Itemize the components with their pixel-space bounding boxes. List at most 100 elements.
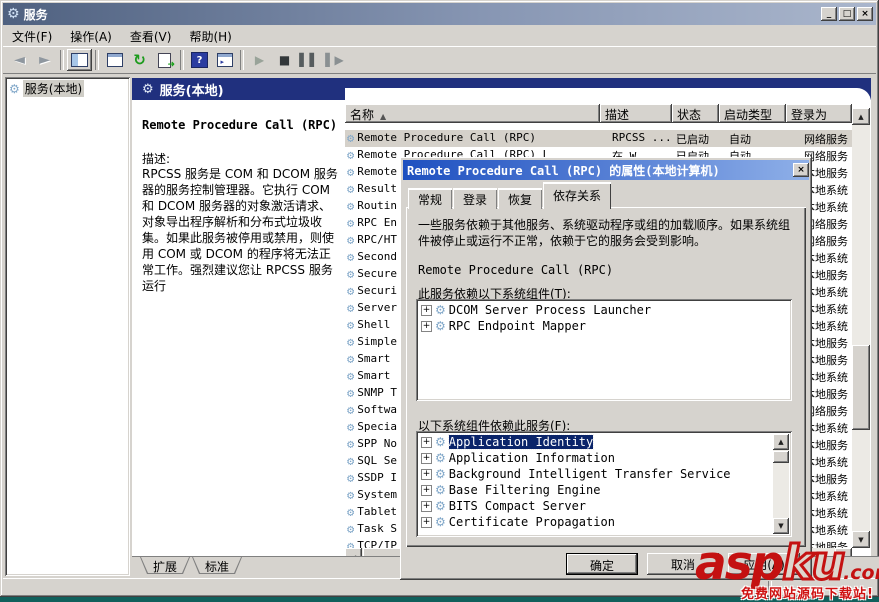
refresh-button[interactable]: ↻ — [127, 49, 152, 71]
expand-plus-icon[interactable]: + — [421, 452, 432, 464]
scroll-up-button[interactable]: ▲ — [852, 108, 870, 125]
restart-service-button[interactable]: ▌▶ — [322, 49, 347, 71]
back-button[interactable]: ◄ — [7, 49, 32, 71]
dependency-item[interactable]: + ⚙ Application Identity — [419, 434, 773, 450]
dependency-item[interactable]: + ⚙ Background Intelligent Transfer Servic… — [419, 466, 773, 482]
service-name: Routin — [357, 199, 397, 212]
expand-plus-icon[interactable]: + — [421, 484, 432, 496]
service-gear-icon: ⚙ — [347, 301, 355, 314]
dialog-tab-常规[interactable]: 常规 — [408, 188, 453, 209]
play-glyph-icon: ▸ — [220, 58, 225, 66]
maximize-button[interactable]: □ — [839, 7, 855, 21]
show-console-tree-button[interactable] — [67, 49, 92, 71]
close-button[interactable]: × — [857, 7, 873, 21]
service-name: System — [357, 488, 397, 501]
minimize-button[interactable]: _ — [821, 7, 837, 21]
table-row[interactable]: ⚙ Remote Procedure Call (RPC) RPCSS ... 已启动… — [345, 130, 852, 147]
forward-button[interactable]: ► — [32, 49, 57, 71]
extended-description-pane: Remote Procedure Call (RPC) 描述: RPCSS 服务… — [132, 100, 345, 556]
service-name: Second — [357, 250, 397, 263]
column-header-4[interactable]: 登录为 — [786, 104, 852, 123]
services-gear-icon: ⚙ — [7, 6, 20, 22]
expand-plus-icon[interactable]: + — [421, 436, 432, 448]
list-column-headers: 名称 ▲ 描述 状态 启动类型 登录为 — [345, 104, 852, 123]
extended-view-button[interactable]: ▸ — [212, 49, 237, 71]
services-gear-icon: ⚙ — [9, 81, 20, 96]
dialog-tab-恢复[interactable]: 恢复 — [498, 188, 543, 209]
help-icon: ? — [191, 52, 208, 68]
dependency-label: Base Filtering Engine — [448, 483, 601, 497]
service-gear-icon: ⚙ — [347, 522, 355, 535]
desktop: ⚙ 服务 _ □ × 文件(F)操作(A)查看(V)帮助(H) ◄ ► ↻ ? … — [0, 0, 879, 602]
dependents-listbox[interactable]: + ⚙ Application Identity + ⚙ Application Info… — [416, 431, 792, 537]
status-bar — [3, 578, 876, 595]
tab-standard-label: 标准 — [205, 560, 230, 574]
dependency-label: Application Information — [448, 451, 615, 465]
service-gear-icon: ⚙ — [347, 505, 355, 518]
start-service-button[interactable]: ▶ — [247, 49, 272, 71]
menu-bar: 文件(F) 操作(A) 查看(V) 帮助(H) — [3, 26, 876, 46]
menu-item-操[interactable]: 操作(A) — [61, 26, 121, 47]
service-gear-icon: ⚙ — [347, 148, 355, 161]
vertical-scrollbar-thumb[interactable] — [852, 345, 870, 430]
service-name: Smart — [357, 352, 391, 365]
expand-plus-icon[interactable]: + — [421, 516, 432, 528]
dialog-tab-依存关系[interactable]: 依存关系 — [543, 182, 612, 209]
dependency-item[interactable]: + ⚙ Certificate Propagation — [419, 514, 773, 530]
stop-service-button[interactable]: ■ — [272, 49, 297, 71]
tab-standard[interactable]: 标准 — [192, 557, 242, 574]
dependents-scrollbar-thumb[interactable] — [773, 451, 789, 463]
column-header-0[interactable]: 名称 ▲ — [345, 104, 600, 123]
dialog-close-button[interactable]: × — [793, 163, 809, 177]
column-header-3[interactable]: 启动类型 — [719, 104, 786, 123]
dependency-item[interactable]: + ⚙ Base Filtering Engine — [419, 482, 773, 498]
service-gear-icon: ⚙ — [347, 199, 355, 212]
dialog-tab-登录[interactable]: 登录 — [453, 188, 498, 209]
service-name: SQL Se — [357, 454, 397, 467]
dialog-titlebar[interactable]: Remote Procedure Call (RPC) 的属性(本地计算机) × — [403, 160, 809, 180]
dialog-title: Remote Procedure Call (RPC) 的属性(本地计算机) — [407, 163, 720, 178]
tree-item-services-local[interactable]: ⚙ 服务(本地) — [5, 77, 130, 97]
window-titlebar[interactable]: ⚙ 服务 _ □ × — [3, 3, 876, 25]
menu-item-文[interactable]: 文件(F) — [3, 26, 61, 47]
extended-view-icon: ▸ — [216, 53, 233, 67]
dependency-item[interactable]: + ⚙ DCOM Server Process Launcher — [419, 302, 789, 318]
column-header-2[interactable]: 状态 — [672, 104, 719, 123]
ok-button[interactable]: 确定 — [566, 553, 638, 575]
cancel-button[interactable]: 取消 — [647, 553, 719, 575]
services-gear-icon: ⚙ — [142, 81, 154, 97]
expand-plus-icon[interactable]: + — [421, 468, 432, 480]
dependency-item[interactable]: + ⚙ Application Information — [419, 450, 773, 466]
dependents-scroll-up-button[interactable]: ▲ — [773, 434, 789, 450]
back-icon: ◄ — [14, 52, 25, 68]
service-gear-icon: ⚙ — [347, 471, 355, 484]
dependency-label: Application Identity — [447, 434, 595, 450]
help-button[interactable]: ? — [187, 49, 212, 71]
service-name: SPP No — [357, 437, 397, 450]
pause-service-button[interactable]: ▌▌ — [297, 49, 322, 71]
export-list-button[interactable] — [152, 49, 177, 71]
service-gear-icon: ⚙ — [347, 267, 355, 280]
restart-icon: ▌▶ — [325, 53, 344, 67]
column-header-1[interactable]: 描述 — [600, 104, 672, 123]
dependency-item[interactable]: + ⚙ BITS Compact Server — [419, 498, 773, 514]
properties-button[interactable] — [102, 49, 127, 71]
dependency-item[interactable]: + ⚙ RPC Endpoint Mapper — [419, 318, 789, 334]
menu-item-帮[interactable]: 帮助(H) — [180, 26, 240, 47]
menu-item-查[interactable]: 查看(V) — [121, 26, 181, 47]
scroll-down-button[interactable]: ▼ — [852, 531, 870, 548]
expand-plus-icon[interactable]: + — [421, 500, 432, 512]
service-gear-icon: ⚙ — [347, 233, 355, 246]
expand-plus-icon[interactable]: + — [421, 304, 432, 316]
tab-extended[interactable]: 扩展 — [140, 557, 190, 574]
status-bar-separator — [768, 581, 772, 593]
dependents-scroll-down-button[interactable]: ▼ — [773, 518, 789, 534]
vertical-scrollbar-track[interactable] — [852, 125, 870, 531]
selected-service-title: Remote Procedure Call (RPC) — [142, 118, 338, 132]
service-name: Result — [357, 182, 397, 195]
apply-button[interactable]: 应用(A) — [728, 553, 800, 575]
expand-plus-icon[interactable]: + — [421, 320, 432, 332]
toolbar-separator — [180, 50, 184, 70]
service-gear-icon: ⚙ — [435, 499, 446, 513]
depends-on-listbox[interactable]: + ⚙ DCOM Server Process Launcher + ⚙ RPC Endp… — [416, 299, 792, 401]
